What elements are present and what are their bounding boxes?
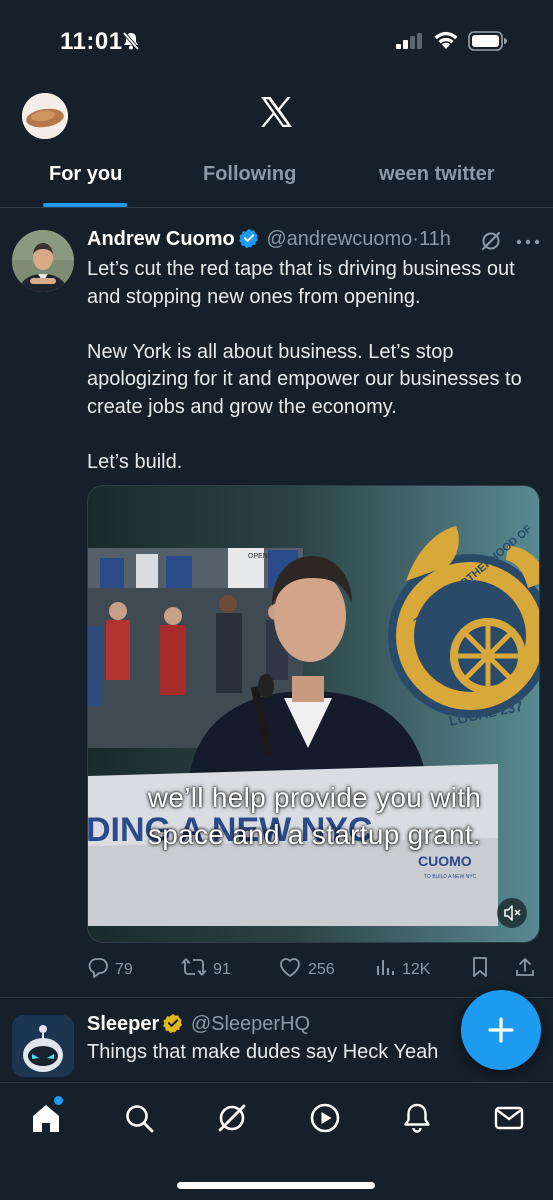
tweet-author-handle[interactable]: @andrewcuomo [266, 228, 412, 250]
signal-icon [396, 33, 424, 54]
tweet-author-avatar[interactable] [12, 1015, 74, 1077]
sign-brand: CUOMO [418, 853, 472, 869]
tweet-author-name[interactable]: Sleeper [87, 1013, 159, 1035]
grok-icon[interactable] [215, 1101, 249, 1135]
profile-avatar[interactable] [22, 93, 68, 139]
plus-icon [488, 1017, 514, 1043]
status-time: 11:01 [60, 28, 123, 55]
messages-icon[interactable] [492, 1101, 526, 1135]
search-icon[interactable] [122, 1101, 156, 1135]
home-indicator [177, 1182, 375, 1189]
reply-count: 79 [115, 960, 133, 978]
bell-slash-icon [121, 31, 141, 56]
share-button[interactable] [514, 956, 542, 983]
views-count: 12K [402, 960, 431, 978]
battery-icon [468, 31, 508, 56]
video-caption-line2: space and a startup grant. [147, 819, 482, 850]
tweet-actions: 79 91 256 12K [87, 956, 553, 986]
bookmark-icon [470, 956, 496, 983]
grok-icon[interactable] [480, 230, 502, 257]
video-frame: TIONAL BROTHERHOOD OF LOCAL 237 DING A N… [88, 486, 539, 942]
home-icon[interactable] [29, 1101, 63, 1135]
wifi-icon [433, 30, 459, 55]
reply-icon [87, 956, 115, 983]
verified-gold-badge-icon [163, 1013, 183, 1039]
banner-text: OPEN [248, 553, 268, 560]
tweet-video[interactable]: TIONAL BROTHERHOOD OF LOCAL 237 DING A N… [87, 485, 540, 943]
timeline-tabs: For you Following ween twitter [0, 158, 553, 208]
tweet-author-name[interactable]: Andrew Cuomo [87, 228, 235, 250]
mute-icon[interactable] [497, 898, 527, 928]
verified-badge-icon [238, 228, 259, 254]
bottom-nav [0, 1082, 553, 1200]
repost-count: 91 [213, 960, 231, 978]
share-icon [514, 956, 542, 983]
repost-button[interactable]: 91 [181, 956, 231, 983]
home-notification-dot [54, 1096, 63, 1105]
reply-button[interactable]: 79 [87, 956, 133, 983]
tab-ween-twitter[interactable]: ween twitter [379, 163, 495, 186]
tweet[interactable]: Andrew Cuomo @andrewcuomo·11h Let’s cut … [0, 208, 553, 998]
tweet-text: Things that make dudes say Heck Yeah [87, 1041, 439, 1063]
tab-for-you[interactable]: For you [49, 163, 122, 186]
video-caption-line1: we’ll help provide you with [147, 782, 482, 813]
like-button[interactable]: 256 [278, 956, 335, 983]
active-tab-indicator [43, 203, 127, 207]
like-count: 256 [308, 960, 335, 978]
tweet-header: Andrew Cuomo @andrewcuomo·11h [87, 228, 547, 256]
more-options-icon[interactable] [516, 228, 540, 251]
x-logo-icon[interactable] [258, 94, 294, 130]
status-bar: 11:01 [0, 0, 553, 84]
tweet-timestamp[interactable]: 11h [419, 228, 451, 250]
views-icon [374, 956, 402, 983]
views-button[interactable]: 12K [374, 956, 430, 983]
sign-tagline: TO BUILD A NEW NYC [424, 874, 477, 880]
timeline-header: For you Following ween twitter [0, 84, 553, 208]
tweet-text: Let’s cut the red tape that is driving b… [87, 258, 522, 473]
tweet-author-avatar[interactable] [12, 230, 74, 292]
tweet-header: Sleeper @SleeperHQ [87, 1013, 310, 1039]
compose-button[interactable] [461, 990, 541, 1070]
tweet-separator: · [412, 228, 419, 250]
tweet-author-handle[interactable]: @SleeperHQ [191, 1013, 310, 1035]
notifications-icon[interactable] [400, 1101, 434, 1135]
repost-icon [181, 956, 213, 983]
like-icon [278, 956, 308, 983]
tab-following[interactable]: Following [203, 163, 296, 186]
bookmark-button[interactable] [470, 956, 496, 983]
video-icon[interactable] [308, 1101, 342, 1135]
